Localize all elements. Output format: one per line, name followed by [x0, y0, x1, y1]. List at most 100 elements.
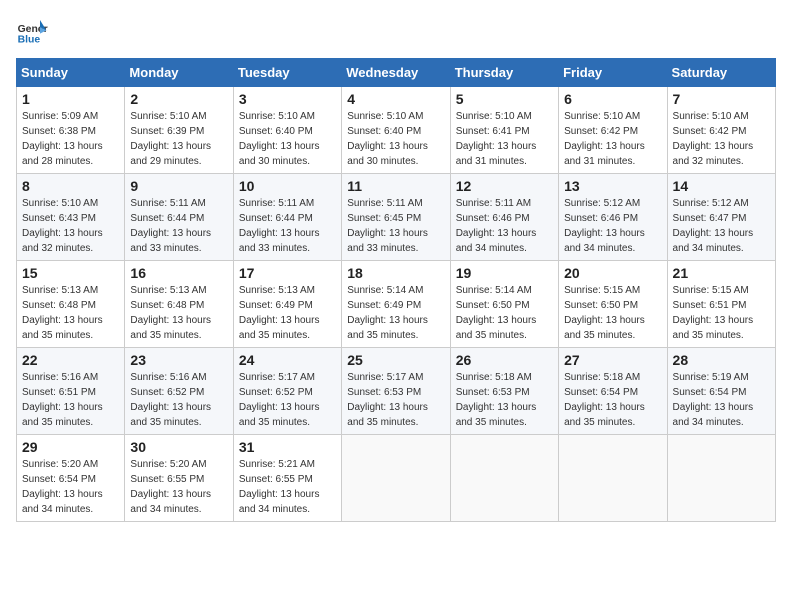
day-info: Sunrise: 5:09 AM Sunset: 6:38 PM Dayligh… [22, 109, 119, 169]
header-day-saturday: Saturday [667, 59, 775, 87]
day-info: Sunrise: 5:10 AM Sunset: 6:39 PM Dayligh… [130, 109, 227, 169]
day-info: Sunrise: 5:21 AM Sunset: 6:55 PM Dayligh… [239, 457, 336, 517]
day-info: Sunrise: 5:13 AM Sunset: 6:48 PM Dayligh… [130, 283, 227, 343]
header-row: SundayMondayTuesdayWednesdayThursdayFrid… [17, 59, 776, 87]
day-info: Sunrise: 5:12 AM Sunset: 6:47 PM Dayligh… [673, 196, 770, 256]
day-number: 24 [239, 352, 336, 368]
day-info: Sunrise: 5:11 AM Sunset: 6:45 PM Dayligh… [347, 196, 444, 256]
week-row-4: 22 Sunrise: 5:16 AM Sunset: 6:51 PM Dayl… [17, 348, 776, 435]
day-number: 27 [564, 352, 661, 368]
day-number: 28 [673, 352, 770, 368]
day-info: Sunrise: 5:11 AM Sunset: 6:46 PM Dayligh… [456, 196, 553, 256]
header-day-sunday: Sunday [17, 59, 125, 87]
calendar-cell: 22 Sunrise: 5:16 AM Sunset: 6:51 PM Dayl… [17, 348, 125, 435]
calendar-cell: 27 Sunrise: 5:18 AM Sunset: 6:54 PM Dayl… [559, 348, 667, 435]
calendar-cell [450, 435, 558, 522]
header-day-wednesday: Wednesday [342, 59, 450, 87]
calendar-cell: 1 Sunrise: 5:09 AM Sunset: 6:38 PM Dayli… [17, 87, 125, 174]
day-info: Sunrise: 5:16 AM Sunset: 6:51 PM Dayligh… [22, 370, 119, 430]
day-number: 15 [22, 265, 119, 281]
calendar-cell: 17 Sunrise: 5:13 AM Sunset: 6:49 PM Dayl… [233, 261, 341, 348]
logo: General Blue [16, 16, 48, 48]
day-info: Sunrise: 5:18 AM Sunset: 6:54 PM Dayligh… [564, 370, 661, 430]
logo-icon: General Blue [16, 16, 48, 48]
day-number: 25 [347, 352, 444, 368]
calendar-cell: 9 Sunrise: 5:11 AM Sunset: 6:44 PM Dayli… [125, 174, 233, 261]
calendar-cell: 20 Sunrise: 5:15 AM Sunset: 6:50 PM Dayl… [559, 261, 667, 348]
calendar-cell: 24 Sunrise: 5:17 AM Sunset: 6:52 PM Dayl… [233, 348, 341, 435]
day-info: Sunrise: 5:10 AM Sunset: 6:41 PM Dayligh… [456, 109, 553, 169]
calendar-cell: 18 Sunrise: 5:14 AM Sunset: 6:49 PM Dayl… [342, 261, 450, 348]
day-number: 7 [673, 91, 770, 107]
day-info: Sunrise: 5:15 AM Sunset: 6:50 PM Dayligh… [564, 283, 661, 343]
day-info: Sunrise: 5:14 AM Sunset: 6:49 PM Dayligh… [347, 283, 444, 343]
day-number: 16 [130, 265, 227, 281]
day-number: 30 [130, 439, 227, 455]
day-number: 19 [456, 265, 553, 281]
day-number: 29 [22, 439, 119, 455]
calendar-cell: 5 Sunrise: 5:10 AM Sunset: 6:41 PM Dayli… [450, 87, 558, 174]
calendar-cell: 12 Sunrise: 5:11 AM Sunset: 6:46 PM Dayl… [450, 174, 558, 261]
calendar-cell: 11 Sunrise: 5:11 AM Sunset: 6:45 PM Dayl… [342, 174, 450, 261]
calendar-cell: 25 Sunrise: 5:17 AM Sunset: 6:53 PM Dayl… [342, 348, 450, 435]
day-info: Sunrise: 5:13 AM Sunset: 6:48 PM Dayligh… [22, 283, 119, 343]
calendar-cell: 15 Sunrise: 5:13 AM Sunset: 6:48 PM Dayl… [17, 261, 125, 348]
calendar-cell [667, 435, 775, 522]
day-info: Sunrise: 5:11 AM Sunset: 6:44 PM Dayligh… [239, 196, 336, 256]
day-number: 5 [456, 91, 553, 107]
calendar-cell: 13 Sunrise: 5:12 AM Sunset: 6:46 PM Dayl… [559, 174, 667, 261]
day-info: Sunrise: 5:19 AM Sunset: 6:54 PM Dayligh… [673, 370, 770, 430]
calendar-cell [342, 435, 450, 522]
day-number: 17 [239, 265, 336, 281]
calendar-cell: 8 Sunrise: 5:10 AM Sunset: 6:43 PM Dayli… [17, 174, 125, 261]
day-number: 10 [239, 178, 336, 194]
day-info: Sunrise: 5:12 AM Sunset: 6:46 PM Dayligh… [564, 196, 661, 256]
day-number: 20 [564, 265, 661, 281]
week-row-1: 1 Sunrise: 5:09 AM Sunset: 6:38 PM Dayli… [17, 87, 776, 174]
calendar-cell: 2 Sunrise: 5:10 AM Sunset: 6:39 PM Dayli… [125, 87, 233, 174]
day-number: 6 [564, 91, 661, 107]
day-info: Sunrise: 5:10 AM Sunset: 6:40 PM Dayligh… [347, 109, 444, 169]
day-number: 13 [564, 178, 661, 194]
day-number: 11 [347, 178, 444, 194]
calendar-cell: 19 Sunrise: 5:14 AM Sunset: 6:50 PM Dayl… [450, 261, 558, 348]
day-number: 18 [347, 265, 444, 281]
week-row-2: 8 Sunrise: 5:10 AM Sunset: 6:43 PM Dayli… [17, 174, 776, 261]
day-number: 26 [456, 352, 553, 368]
week-row-5: 29 Sunrise: 5:20 AM Sunset: 6:54 PM Dayl… [17, 435, 776, 522]
day-number: 31 [239, 439, 336, 455]
day-info: Sunrise: 5:15 AM Sunset: 6:51 PM Dayligh… [673, 283, 770, 343]
day-number: 9 [130, 178, 227, 194]
day-number: 8 [22, 178, 119, 194]
day-number: 12 [456, 178, 553, 194]
header-day-thursday: Thursday [450, 59, 558, 87]
day-info: Sunrise: 5:17 AM Sunset: 6:53 PM Dayligh… [347, 370, 444, 430]
calendar-cell: 7 Sunrise: 5:10 AM Sunset: 6:42 PM Dayli… [667, 87, 775, 174]
svg-text:Blue: Blue [18, 34, 41, 45]
day-info: Sunrise: 5:20 AM Sunset: 6:55 PM Dayligh… [130, 457, 227, 517]
day-info: Sunrise: 5:17 AM Sunset: 6:52 PM Dayligh… [239, 370, 336, 430]
day-info: Sunrise: 5:10 AM Sunset: 6:42 PM Dayligh… [673, 109, 770, 169]
calendar-cell: 3 Sunrise: 5:10 AM Sunset: 6:40 PM Dayli… [233, 87, 341, 174]
calendar-cell: 29 Sunrise: 5:20 AM Sunset: 6:54 PM Dayl… [17, 435, 125, 522]
day-number: 14 [673, 178, 770, 194]
day-info: Sunrise: 5:10 AM Sunset: 6:43 PM Dayligh… [22, 196, 119, 256]
header-day-friday: Friday [559, 59, 667, 87]
calendar-cell [559, 435, 667, 522]
day-info: Sunrise: 5:18 AM Sunset: 6:53 PM Dayligh… [456, 370, 553, 430]
calendar-cell: 30 Sunrise: 5:20 AM Sunset: 6:55 PM Dayl… [125, 435, 233, 522]
day-info: Sunrise: 5:11 AM Sunset: 6:44 PM Dayligh… [130, 196, 227, 256]
calendar-cell: 16 Sunrise: 5:13 AM Sunset: 6:48 PM Dayl… [125, 261, 233, 348]
calendar-cell: 28 Sunrise: 5:19 AM Sunset: 6:54 PM Dayl… [667, 348, 775, 435]
day-number: 4 [347, 91, 444, 107]
calendar-cell: 21 Sunrise: 5:15 AM Sunset: 6:51 PM Dayl… [667, 261, 775, 348]
header-day-tuesday: Tuesday [233, 59, 341, 87]
day-info: Sunrise: 5:20 AM Sunset: 6:54 PM Dayligh… [22, 457, 119, 517]
day-number: 1 [22, 91, 119, 107]
calendar-cell: 14 Sunrise: 5:12 AM Sunset: 6:47 PM Dayl… [667, 174, 775, 261]
calendar-table: SundayMondayTuesdayWednesdayThursdayFrid… [16, 58, 776, 522]
calendar-cell: 31 Sunrise: 5:21 AM Sunset: 6:55 PM Dayl… [233, 435, 341, 522]
day-info: Sunrise: 5:13 AM Sunset: 6:49 PM Dayligh… [239, 283, 336, 343]
day-number: 2 [130, 91, 227, 107]
day-number: 23 [130, 352, 227, 368]
